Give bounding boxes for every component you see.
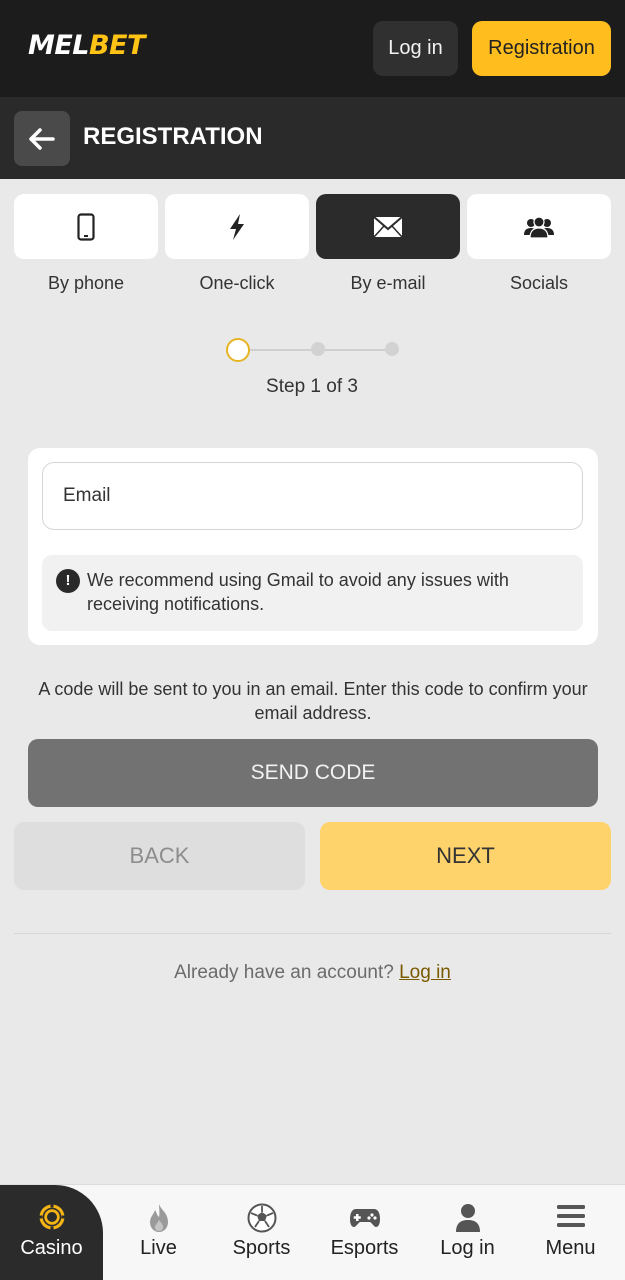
step-indicator-3 [385, 342, 399, 356]
top-header: MELBET Log in Registration [0, 0, 625, 97]
envelope-icon [373, 215, 403, 238]
hamburger-menu-icon [556, 1205, 585, 1227]
send-code-button[interactable]: SEND CODE [28, 739, 598, 807]
nav-sports[interactable]: Sports [210, 1185, 313, 1280]
tab-label-by-email: By e-mail [350, 273, 426, 293]
flame-icon [149, 1204, 168, 1232]
nav-label-casino: Casino [20, 1237, 83, 1259]
tab-by-phone[interactable] [14, 194, 158, 259]
step-connector [250, 349, 311, 351]
nav-label-sports: Sports [232, 1237, 291, 1259]
tab-socials[interactable] [467, 194, 611, 259]
notice-text: We recommend using Gmail to avoid any is… [87, 570, 509, 614]
nav-label-live: Live [140, 1237, 177, 1259]
lightning-icon [230, 213, 244, 240]
logo-text-bet: BET [89, 30, 145, 61]
email-field[interactable] [42, 462, 583, 530]
user-icon [455, 1204, 480, 1232]
already-have-account: Already have an account? Log in [0, 962, 625, 984]
divider [14, 933, 611, 934]
step-indicator-current [226, 338, 250, 362]
already-text: Already have an account? [174, 962, 394, 983]
page-title: REGISTRATION [83, 123, 263, 150]
gmail-notice: ! We recommend using Gmail to avoid any … [42, 555, 583, 631]
back-button[interactable]: BACK [14, 822, 305, 890]
registration-title-bar: REGISTRATION [0, 97, 625, 179]
logo-text-mel: MEL [28, 30, 90, 61]
tab-label-socials: Socials [509, 273, 569, 293]
tab-label-one-click: One-click [199, 273, 275, 293]
header-registration-button[interactable]: Registration [472, 21, 611, 76]
melbet-logo[interactable]: MELBET [28, 30, 145, 61]
soccer-ball-icon [247, 1203, 276, 1233]
nav-label-login: Log in [440, 1237, 495, 1259]
people-icon [524, 215, 554, 239]
step-connector [325, 349, 385, 351]
tab-label-by-phone: By phone [47, 273, 125, 293]
nav-label-esports: Esports [330, 1237, 399, 1259]
login-link[interactable]: Log in [399, 962, 451, 983]
nav-label-menu: Menu [545, 1237, 596, 1259]
step-indicator-2 [311, 342, 325, 356]
casino-chip-icon [38, 1203, 65, 1231]
email-form-card: ! We recommend using Gmail to avoid any … [28, 448, 598, 645]
exclamation-icon: ! [56, 569, 80, 593]
nav-casino[interactable]: Casino [0, 1185, 103, 1280]
bottom-navigation: Casino Live Sports Esports Log in Menu [0, 1184, 625, 1280]
back-arrow-button[interactable] [14, 111, 70, 166]
tab-by-email[interactable] [316, 194, 460, 259]
tab-one-click[interactable] [165, 194, 309, 259]
nav-live[interactable]: Live [107, 1185, 210, 1280]
nav-login[interactable]: Log in [416, 1185, 519, 1280]
arrow-left-icon [29, 127, 55, 150]
phone-icon [77, 212, 95, 241]
nav-menu[interactable]: Menu [519, 1185, 622, 1280]
code-info-text: A code will be sent to you in an email. … [38, 679, 588, 723]
step-progress-text: Step 1 of 3 [266, 376, 358, 397]
nav-esports[interactable]: Esports [313, 1185, 416, 1280]
next-button[interactable]: NEXT [320, 822, 611, 890]
header-login-button[interactable]: Log in [373, 21, 458, 76]
gamepad-icon [349, 1209, 380, 1227]
